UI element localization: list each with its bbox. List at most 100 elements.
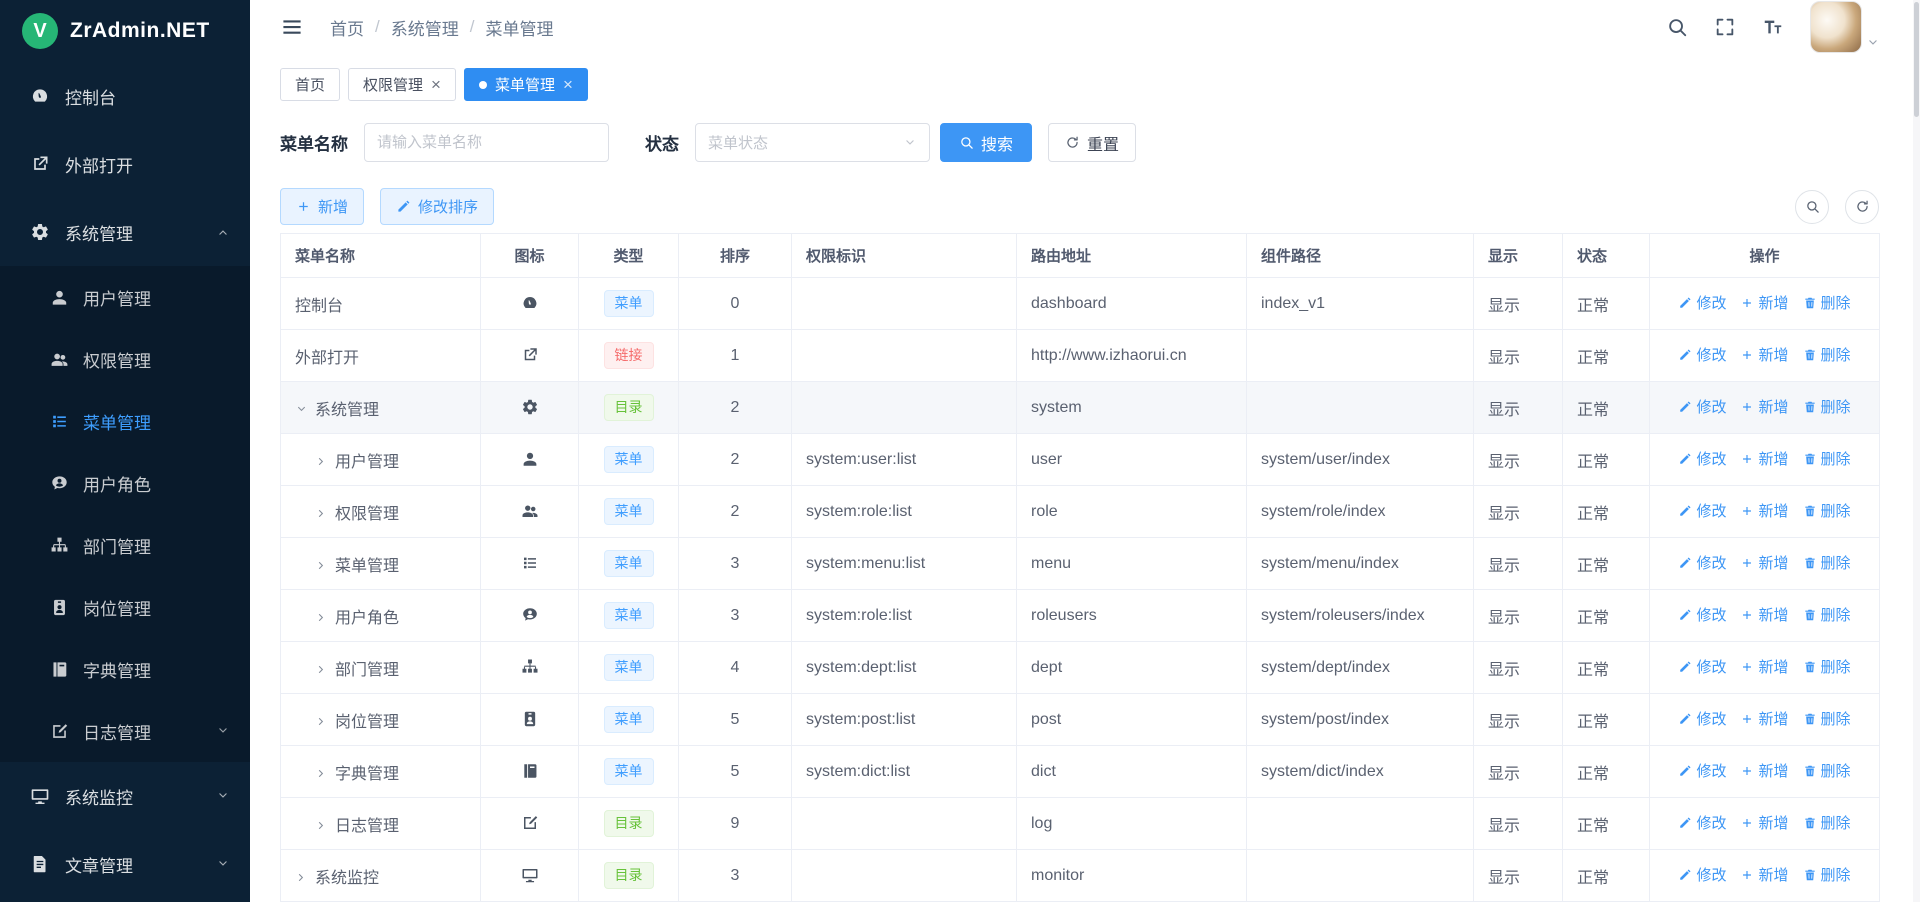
user-avatar[interactable] bbox=[1810, 1, 1862, 53]
add-link[interactable]: 新增 bbox=[1740, 552, 1788, 573]
sidebar-item-user[interactable]: 用户管理 bbox=[0, 266, 250, 328]
search-button[interactable]: 搜索 bbox=[940, 123, 1032, 162]
sidebar-item-dept-tree[interactable]: 部门管理 bbox=[0, 514, 250, 576]
plus-icon bbox=[1740, 712, 1754, 726]
edit-link[interactable]: 修改 bbox=[1678, 604, 1726, 625]
row-expand-caret[interactable] bbox=[315, 663, 328, 676]
status-cell: 正常 bbox=[1563, 590, 1650, 642]
add-link[interactable]: 新增 bbox=[1740, 396, 1788, 417]
sidebar-item-user-role[interactable]: 用户角色 bbox=[0, 452, 250, 514]
edit-link[interactable]: 修改 bbox=[1678, 656, 1726, 677]
sidebar-item-menu-list[interactable]: 菜单管理 bbox=[0, 390, 250, 452]
row-expand-caret[interactable] bbox=[315, 611, 328, 624]
delete-link[interactable]: 删除 bbox=[1803, 812, 1851, 833]
font-size-icon[interactable] bbox=[1762, 16, 1784, 38]
status-select[interactable]: 菜单状态 bbox=[695, 123, 930, 162]
delete-link[interactable]: 删除 bbox=[1803, 708, 1851, 729]
row-expand-caret[interactable] bbox=[315, 559, 328, 572]
edit-link[interactable]: 修改 bbox=[1678, 812, 1726, 833]
delete-link[interactable]: 删除 bbox=[1803, 864, 1851, 885]
tab-label: 权限管理 bbox=[363, 74, 423, 95]
edit-link[interactable]: 修改 bbox=[1678, 292, 1726, 313]
tab-menu[interactable]: 菜单管理× bbox=[464, 68, 588, 101]
add-link[interactable]: 新增 bbox=[1740, 656, 1788, 677]
add-link[interactable]: 新增 bbox=[1740, 344, 1788, 365]
add-link[interactable]: 新增 bbox=[1740, 604, 1788, 625]
chevron-down-icon bbox=[216, 857, 230, 871]
close-icon[interactable]: × bbox=[431, 76, 441, 93]
tab-home[interactable]: 首页 bbox=[280, 68, 340, 101]
delete-link[interactable]: 删除 bbox=[1803, 344, 1851, 365]
add-link[interactable]: 新增 bbox=[1740, 760, 1788, 781]
menu-name-input[interactable] bbox=[364, 123, 609, 162]
component-cell bbox=[1247, 330, 1474, 382]
row-expand-caret[interactable] bbox=[315, 507, 328, 520]
delete-link[interactable]: 删除 bbox=[1803, 760, 1851, 781]
sidebar-item-log-edit[interactable]: 日志管理 bbox=[0, 700, 250, 762]
sidebar-item-dictionary[interactable]: 字典管理 bbox=[0, 638, 250, 700]
logo[interactable]: V ZrAdmin.NET bbox=[0, 0, 250, 62]
delete-link[interactable]: 删除 bbox=[1803, 448, 1851, 469]
caret-down-icon[interactable] bbox=[1866, 36, 1880, 50]
edit-link[interactable]: 修改 bbox=[1678, 760, 1726, 781]
breadcrumb-item[interactable]: 菜单管理 bbox=[485, 15, 553, 40]
edit-link[interactable]: 修改 bbox=[1678, 396, 1726, 417]
row-expand-caret[interactable] bbox=[315, 455, 328, 468]
add-link[interactable]: 新增 bbox=[1740, 448, 1788, 469]
breadcrumb-item[interactable]: 首页 bbox=[330, 15, 364, 40]
table-refresh-button[interactable] bbox=[1845, 190, 1879, 224]
tab-role[interactable]: 权限管理 × bbox=[348, 68, 456, 101]
add-link[interactable]: 新增 bbox=[1740, 812, 1788, 833]
status-cell: 正常 bbox=[1563, 694, 1650, 746]
add-button[interactable]: 新增 bbox=[280, 188, 364, 225]
sidebar-item-users[interactable]: 权限管理 bbox=[0, 328, 250, 390]
row-collapse-caret[interactable] bbox=[295, 403, 308, 416]
sort-cell: 4 bbox=[679, 642, 792, 694]
column-header: 图标 bbox=[481, 234, 579, 278]
add-link[interactable]: 新增 bbox=[1740, 500, 1788, 521]
modify-sort-button[interactable]: 修改排序 bbox=[380, 188, 494, 225]
sidebar-item-dashboard[interactable]: 控制台 bbox=[0, 62, 250, 130]
add-link[interactable]: 新增 bbox=[1740, 864, 1788, 885]
delete-link[interactable]: 删除 bbox=[1803, 656, 1851, 677]
add-link[interactable]: 新增 bbox=[1740, 708, 1788, 729]
delete-link[interactable]: 删除 bbox=[1803, 292, 1851, 313]
delete-link[interactable]: 删除 bbox=[1803, 500, 1851, 521]
monitor-icon bbox=[30, 786, 50, 806]
edit-link[interactable]: 修改 bbox=[1678, 344, 1726, 365]
breadcrumb-item[interactable]: 系统管理 bbox=[391, 15, 459, 40]
table-search-button[interactable] bbox=[1795, 190, 1829, 224]
chevron-up-icon bbox=[216, 225, 230, 239]
sidebar-collapse-button[interactable] bbox=[280, 15, 304, 39]
perm-cell bbox=[792, 330, 1017, 382]
close-icon[interactable]: × bbox=[563, 76, 573, 93]
edit-link[interactable]: 修改 bbox=[1678, 552, 1726, 573]
add-link[interactable]: 新增 bbox=[1740, 292, 1788, 313]
row-expand-caret[interactable] bbox=[315, 715, 328, 728]
edit-link[interactable]: 修改 bbox=[1678, 864, 1726, 885]
route-cell: monitor bbox=[1017, 850, 1247, 902]
row-expand-caret[interactable] bbox=[315, 819, 328, 832]
fullscreen-icon[interactable] bbox=[1714, 16, 1736, 38]
delete-link[interactable]: 删除 bbox=[1803, 552, 1851, 573]
row-expand-caret[interactable] bbox=[295, 871, 308, 884]
scrollbar-thumb[interactable] bbox=[1914, 2, 1919, 117]
reset-button[interactable]: 重置 bbox=[1048, 123, 1136, 162]
page-scrollbar[interactable] bbox=[1913, 0, 1920, 902]
trash-icon bbox=[1803, 296, 1817, 310]
edit-link[interactable]: 修改 bbox=[1678, 708, 1726, 729]
search-icon[interactable] bbox=[1666, 16, 1688, 38]
sidebar-item-monitor[interactable]: 系统监控 bbox=[0, 762, 250, 830]
sidebar-item-external-link[interactable]: 外部打开 bbox=[0, 130, 250, 198]
sidebar-item-post-badge[interactable]: 岗位管理 bbox=[0, 576, 250, 638]
delete-link[interactable]: 删除 bbox=[1803, 396, 1851, 417]
sort-cell: 2 bbox=[679, 382, 792, 434]
sidebar-item-gear[interactable]: 系统管理 bbox=[0, 198, 250, 266]
row-expand-caret[interactable] bbox=[315, 767, 328, 780]
menu-name: 系统管理 bbox=[315, 402, 379, 419]
chevron-down-icon bbox=[216, 789, 230, 803]
edit-link[interactable]: 修改 bbox=[1678, 500, 1726, 521]
edit-link[interactable]: 修改 bbox=[1678, 448, 1726, 469]
delete-link[interactable]: 删除 bbox=[1803, 604, 1851, 625]
sidebar-item-article[interactable]: 文章管理 bbox=[0, 830, 250, 898]
